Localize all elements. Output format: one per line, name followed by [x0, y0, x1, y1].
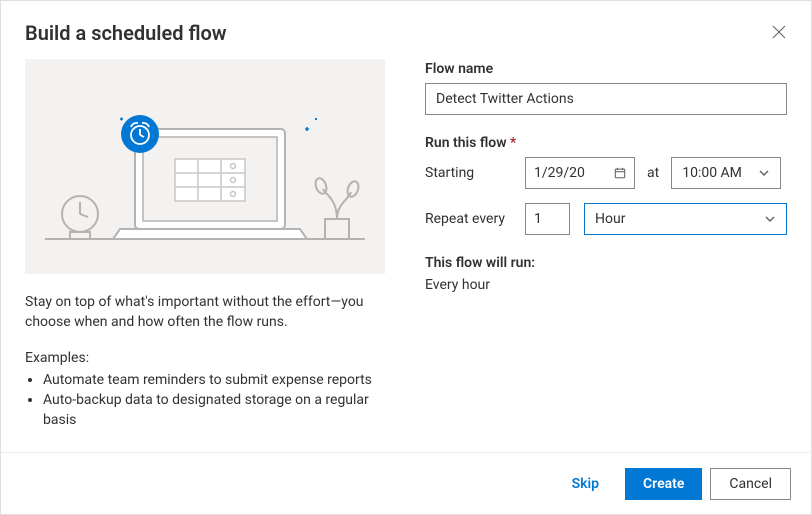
dialog-title: Build a scheduled flow — [25, 21, 227, 45]
examples-list: Automate team reminders to submit expens… — [25, 370, 385, 430]
flow-name-input[interactable] — [425, 83, 787, 115]
starting-time-value: 10:00 AM — [682, 165, 742, 181]
repeat-unit-value: Hour — [595, 211, 625, 227]
dialog-header: Build a scheduled flow — [1, 1, 811, 45]
flow-name-label: Flow name — [425, 61, 787, 77]
will-run-label: This flow will run: — [425, 255, 787, 271]
at-label: at — [647, 165, 659, 181]
illustration — [25, 59, 385, 274]
calendar-icon — [614, 167, 626, 179]
close-button[interactable] — [767, 21, 791, 45]
will-run-text: Every hour — [425, 277, 787, 293]
required-asterisk: * — [510, 135, 516, 151]
skip-button[interactable]: Skip — [554, 468, 617, 500]
description-text: Stay on top of what's important without … — [25, 292, 385, 332]
chevron-down-icon — [758, 167, 770, 179]
repeat-every-label: Repeat every — [425, 211, 525, 227]
left-pane: Stay on top of what's important without … — [25, 59, 385, 452]
run-this-flow-label: Run this flow * — [425, 135, 787, 151]
close-icon — [772, 25, 786, 42]
starting-label: Starting — [425, 165, 525, 181]
dialog-footer: Skip Create Cancel — [1, 452, 811, 514]
create-button[interactable]: Create — [625, 468, 702, 500]
examples-heading: Examples: — [25, 350, 385, 366]
starting-date-picker[interactable]: 1/29/20 — [525, 157, 635, 189]
chevron-down-icon — [764, 213, 776, 225]
scheduled-flow-dialog: Build a scheduled flow — [0, 0, 812, 515]
repeat-unit-select[interactable]: Hour — [584, 203, 787, 235]
cancel-button[interactable]: Cancel — [710, 468, 791, 500]
repeat-interval-input[interactable]: 1 — [525, 203, 570, 235]
example-item: Auto-backup data to designated storage o… — [43, 390, 385, 430]
example-item: Automate team reminders to submit expens… — [43, 370, 385, 390]
starting-date-value: 1/29/20 — [534, 165, 585, 181]
starting-time-picker[interactable]: 10:00 AM — [671, 157, 781, 189]
right-pane: Flow name Run this flow * Starting 1/29/… — [425, 59, 787, 452]
